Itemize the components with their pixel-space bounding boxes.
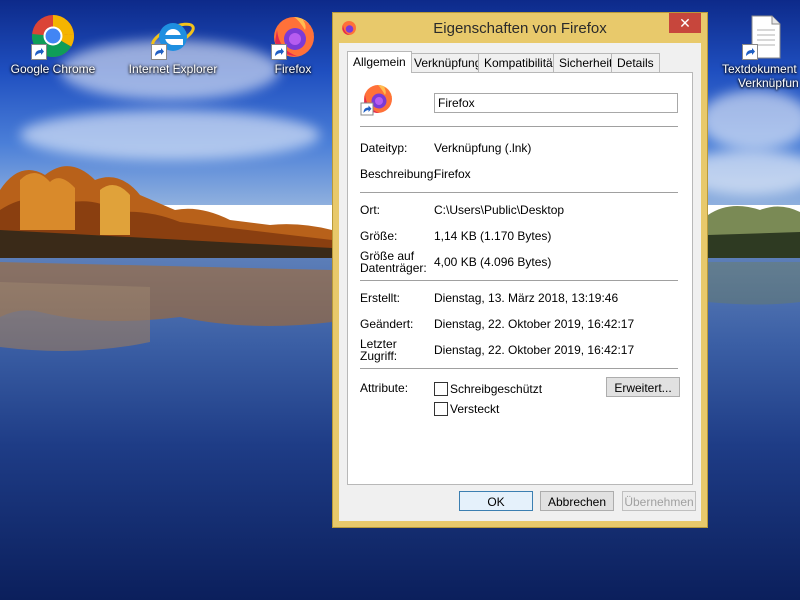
readonly-checkbox[interactable]	[434, 382, 448, 396]
tab-kompatibilitaet[interactable]: Kompatibilität	[478, 53, 563, 72]
apply-button: Übernehmen	[622, 491, 696, 511]
separator	[360, 280, 678, 281]
wallpaper-cloud	[700, 90, 800, 150]
cancel-button[interactable]: Abbrechen	[540, 491, 614, 511]
desktop-icon-internet-explorer[interactable]: Internet Explorer	[125, 12, 221, 76]
size-on-disk-value: 4,00 KB (4.096 Bytes)	[434, 255, 552, 269]
size-on-disk-label-line2: Datenträger:	[360, 261, 427, 275]
attributes-label: Attribute:	[360, 381, 409, 395]
text-document-icon	[740, 12, 788, 60]
hidden-checkbox[interactable]	[434, 402, 448, 416]
general-tab-panel: Dateityp: Verknüpfung (.lnk) Beschreibun…	[347, 72, 693, 485]
modified-label: Geändert:	[360, 317, 414, 331]
created-label: Erstellt:	[360, 291, 401, 305]
shortcut-arrow-icon	[151, 44, 167, 60]
properties-dialog: Eigenschaften von Firefox ✕ Allgemein Ve…	[332, 12, 708, 528]
type-value: Verknüpfung (.lnk)	[434, 141, 532, 155]
desktop-icon-text-document[interactable]: Textdokument Verknüpfun	[718, 12, 800, 90]
desktop-icon-label: Firefox	[274, 62, 312, 76]
location-value: C:\Users\Public\Desktop	[434, 203, 565, 217]
shortcut-arrow-icon	[271, 44, 287, 60]
tab-allgemein[interactable]: Allgemein	[347, 51, 412, 73]
tab-details[interactable]: Details	[611, 53, 660, 72]
hidden-checkbox-label[interactable]: Versteckt	[450, 402, 499, 416]
description-label: Beschreibung:	[360, 167, 437, 181]
desktop-icon-label: Google Chrome	[10, 62, 96, 76]
last-access-value: Dienstag, 22. Oktober 2019, 16:42:17	[434, 343, 635, 357]
advanced-button[interactable]: Erweitert...	[606, 377, 680, 397]
firefox-shortcut-icon	[360, 83, 394, 117]
desktop-icon-label: Internet Explorer	[128, 62, 218, 76]
last-access-label-line2: Zugriff:	[360, 349, 398, 363]
shortcut-name-field[interactable]	[434, 93, 678, 113]
desktop-icon-label: Verknüpfun	[738, 76, 799, 90]
desktop-icon-firefox[interactable]: Firefox	[245, 12, 341, 76]
created-value: Dienstag, 13. März 2018, 13:19:46	[434, 291, 619, 305]
readonly-checkbox-label[interactable]: Schreibgeschützt	[450, 382, 542, 396]
shortcut-arrow-icon	[31, 44, 47, 60]
tab-verknuepfung[interactable]: Verknüpfung	[408, 53, 488, 72]
tab-sicherheit[interactable]: Sicherheit	[553, 53, 619, 72]
desktop-icon-label: Textdokument	[722, 62, 797, 76]
size-value: 1,14 KB (1.170 Bytes)	[434, 229, 552, 243]
type-label: Dateityp:	[360, 141, 408, 155]
desktop-icon-google-chrome[interactable]: Google Chrome	[5, 12, 101, 76]
ok-button[interactable]: OK	[459, 491, 533, 511]
separator	[360, 368, 678, 369]
shortcut-arrow-icon	[742, 44, 758, 60]
internet-explorer-icon	[149, 12, 197, 60]
close-button[interactable]: ✕	[669, 13, 701, 33]
modified-value: Dienstag, 22. Oktober 2019, 16:42:17	[434, 317, 635, 331]
dialog-titlebar[interactable]: Eigenschaften von Firefox ✕	[333, 13, 707, 43]
chrome-icon	[29, 12, 77, 60]
separator	[360, 126, 678, 127]
firefox-icon	[269, 12, 317, 60]
close-icon: ✕	[679, 15, 691, 31]
description-value: Firefox	[434, 167, 471, 181]
location-label: Ort:	[360, 203, 380, 217]
separator	[360, 192, 678, 193]
size-label: Größe:	[360, 229, 398, 243]
dialog-client-area: Allgemein Verknüpfung Kompatibilität Sic…	[339, 43, 701, 521]
dialog-title: Eigenschaften von Firefox	[433, 20, 607, 37]
